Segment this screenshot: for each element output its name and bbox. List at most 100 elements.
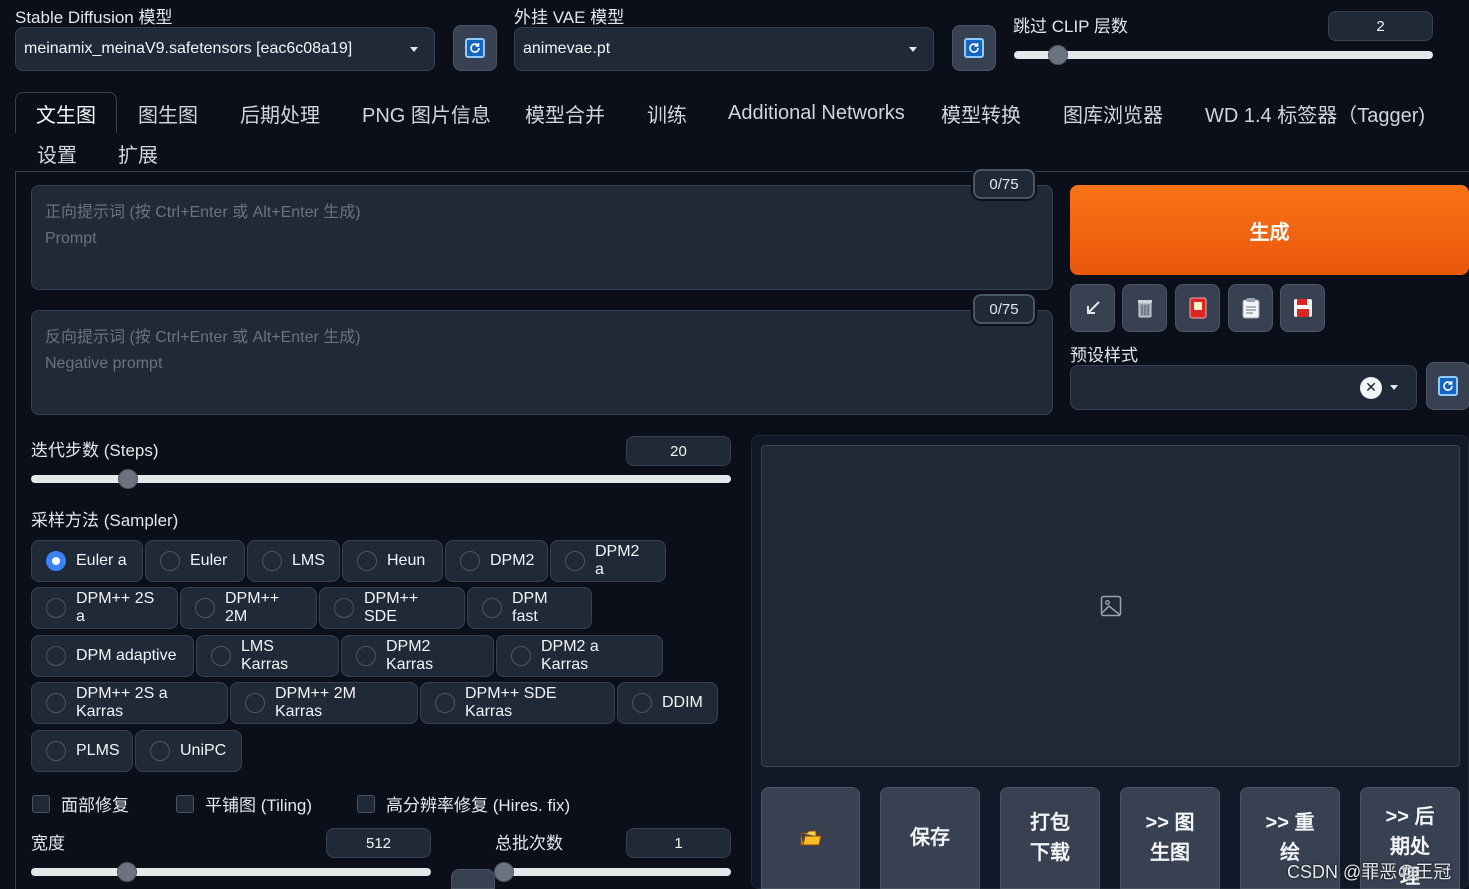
checkbox-box: [32, 794, 50, 813]
sampler-option-ddim[interactable]: DDIM: [617, 682, 718, 724]
sampler-option-dpm-fast[interactable]: DPM fast: [467, 587, 592, 629]
tab-gallery-browser[interactable]: 图库浏览器: [1063, 93, 1163, 133]
prompt-placeholder: 正向提示词 (按 Ctrl+Enter 或 Alt+Enter 生成): [45, 204, 361, 221]
sampler-option-label: DPM++ 2M Karras: [275, 685, 356, 720]
clip-skip-slider-thumb[interactable]: [1048, 45, 1068, 65]
image-placeholder-icon: [1100, 595, 1121, 617]
sampler-option-euler-a[interactable]: Euler a: [31, 540, 143, 582]
clip-skip-input[interactable]: 2: [1328, 11, 1433, 41]
tab-extensions[interactable]: 扩展: [118, 133, 158, 173]
img2img-button-label-2: 生图: [1150, 842, 1190, 864]
tab-additional-networks[interactable]: Additional Networks: [728, 93, 905, 133]
inpaint-button-label-1: >> 重: [1265, 812, 1315, 834]
styles-refresh-button[interactable]: [1426, 362, 1469, 410]
sd-model-label: Stable Diffusion 模型: [15, 8, 173, 27]
batch-count-input[interactable]: 1: [626, 828, 731, 858]
sampler-option-label: Euler a: [76, 552, 127, 569]
negative-prompt-placeholder-en: Negative prompt: [45, 355, 163, 372]
negative-prompt-input[interactable]: 反向提示词 (按 Ctrl+Enter 或 Alt+Enter 生成) Nega…: [31, 310, 1053, 415]
radio-dot: [435, 693, 455, 713]
sampler-option-label: UniPC: [180, 742, 227, 759]
radio-dot: [46, 693, 66, 713]
width-label: 宽度: [31, 834, 65, 853]
refresh-icon: [964, 38, 984, 58]
tiling-checkbox[interactable]: 平铺图 (Tiling): [176, 791, 312, 816]
tab-extras[interactable]: 后期处理: [240, 93, 320, 133]
zip-button[interactable]: 打包 下载: [1000, 787, 1100, 889]
styles-dropdown[interactable]: ✕: [1070, 365, 1417, 410]
tab-model-convert[interactable]: 模型转换: [941, 93, 1021, 133]
sampler-option-dpm2-a[interactable]: DPM2 a: [550, 540, 666, 582]
clear-icon[interactable]: ✕: [1360, 376, 1382, 399]
hires-fix-checkbox[interactable]: 高分辨率修复 (Hires. fix): [357, 791, 570, 816]
steps-label: 迭代步数 (Steps): [31, 441, 159, 460]
clear-prompt-button[interactable]: [1122, 284, 1167, 332]
negative-prompt-token-counter: 0/75: [973, 294, 1035, 324]
sampler-option-dpmpp-sde-karras[interactable]: DPM++ SDE Karras: [420, 682, 615, 724]
sampler-option-heun[interactable]: Heun: [342, 540, 443, 582]
swap-dimensions-button[interactable]: [451, 869, 495, 889]
sampler-option-label: LMS: [292, 552, 325, 569]
open-folder-button[interactable]: [761, 787, 860, 889]
sampler-option-label: DDIM: [662, 694, 703, 711]
sampler-option-dpmpp-sde[interactable]: DPM++ SDE: [319, 587, 465, 629]
sampler-option-dpm2-a-karras[interactable]: DPM2 a Karras: [496, 635, 663, 677]
sampler-option-lms[interactable]: LMS: [247, 540, 340, 582]
tab-panel-left-border: [15, 171, 16, 889]
generate-button[interactable]: 生成: [1070, 185, 1469, 275]
tab-model-merge[interactable]: 模型合并: [525, 93, 605, 133]
styles-label: 预设样式: [1070, 346, 1138, 365]
hires-fix-label: 高分辨率修复 (Hires. fix): [386, 796, 571, 815]
tab-png-info[interactable]: PNG 图片信息: [362, 93, 491, 133]
tab-tagger[interactable]: WD 1.4 标签器（Tagger): [1205, 93, 1425, 133]
width-input[interactable]: 512: [326, 828, 431, 858]
radio-dot: [262, 551, 282, 571]
sd-model-dropdown[interactable]: meinamix_meinaV9.safetensors [eac6c08a19…: [15, 27, 435, 71]
width-slider[interactable]: [31, 868, 431, 876]
restore-faces-checkbox[interactable]: 面部修复: [32, 791, 129, 816]
radio-dot: [46, 646, 66, 666]
extra-networks-button[interactable]: [1175, 284, 1220, 332]
folder-icon: [800, 830, 822, 846]
sampler-option-dpm2-karras[interactable]: DPM2 Karras: [341, 635, 494, 677]
sampler-option-plms[interactable]: PLMS: [31, 730, 133, 772]
prompt-input[interactable]: 正向提示词 (按 Ctrl+Enter 或 Alt+Enter 生成) Prom…: [31, 185, 1053, 290]
sampler-option-label: DPM adaptive: [76, 647, 177, 664]
sampler-option-dpmpp-2s-a-karras[interactable]: DPM++ 2S a Karras: [31, 682, 228, 724]
tab-settings[interactable]: 设置: [37, 133, 77, 173]
save-button[interactable]: 保存: [880, 787, 980, 889]
sampler-option-label: DPM++ 2M: [225, 590, 280, 625]
send-to-img2img-button[interactable]: >> 图 生图: [1120, 787, 1220, 889]
batch-count-slider[interactable]: [495, 868, 731, 876]
tab-txt2img[interactable]: 文生图: [15, 92, 117, 133]
batch-count-slider-thumb[interactable]: [494, 862, 514, 882]
clip-skip-slider[interactable]: [1014, 51, 1433, 59]
chevron-down-icon: [1390, 385, 1398, 390]
radio-dot: [160, 551, 180, 571]
radio-dot: [356, 646, 376, 666]
sampler-option-dpmpp-2m[interactable]: DPM++ 2M: [180, 587, 317, 629]
sampler-option-euler[interactable]: Euler: [145, 540, 245, 582]
sampler-option-dpmpp-2m-karras[interactable]: DPM++ 2M Karras: [230, 682, 418, 724]
radio-dot: [46, 598, 66, 618]
refresh-icon: [1438, 376, 1458, 396]
sd-model-refresh-button[interactable]: [453, 25, 497, 71]
vae-refresh-button[interactable]: [952, 25, 996, 71]
tab-img2img[interactable]: 图生图: [138, 93, 198, 133]
read-params-button[interactable]: [1070, 284, 1115, 332]
steps-slider-thumb[interactable]: [118, 469, 138, 489]
width-slider-thumb[interactable]: [117, 862, 137, 882]
prompt-placeholder-en: Prompt: [45, 230, 97, 247]
sampler-option-dpmpp-2s-a[interactable]: DPM++ 2S a: [31, 587, 178, 629]
save-style-button[interactable]: [1280, 284, 1325, 332]
sampler-option-dpm2[interactable]: DPM2: [445, 540, 548, 582]
paste-button[interactable]: [1228, 284, 1273, 332]
vae-dropdown[interactable]: animevae.pt: [514, 27, 934, 71]
steps-input[interactable]: 20: [626, 436, 731, 466]
sd-model-value: meinamix_meinaV9.safetensors [eac6c08a19…: [24, 40, 353, 57]
sampler-option-unipc[interactable]: UniPC: [135, 730, 242, 772]
tab-train[interactable]: 训练: [647, 93, 687, 133]
sampler-option-lms-karras[interactable]: LMS Karras: [196, 635, 339, 677]
radio-dot: [511, 646, 531, 666]
sampler-option-dpm-adaptive[interactable]: DPM adaptive: [31, 635, 194, 677]
